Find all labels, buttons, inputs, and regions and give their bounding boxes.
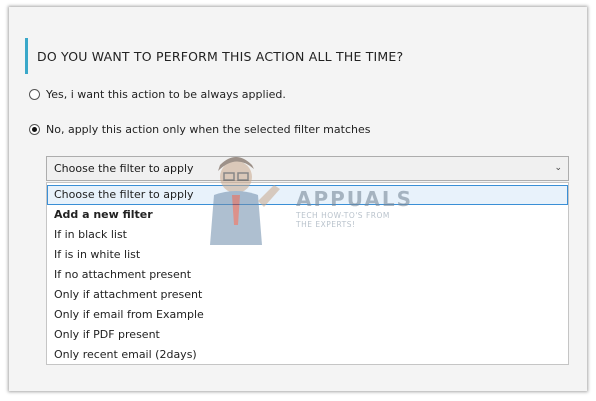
- watermark-tagline-1: TECH HOW-TO'S FROM: [296, 211, 390, 220]
- watermark-tagline-2: THE EXPERTS!: [296, 220, 356, 229]
- dropdown-option-email-from[interactable]: Only if email from Example: [47, 305, 568, 325]
- dropdown-option-pdf[interactable]: Only if PDF present: [47, 325, 568, 345]
- watermark-brand: APPUALS: [296, 187, 414, 211]
- radio-filter-matches[interactable]: No, apply this action only when the sele…: [29, 123, 370, 136]
- radio-label-filter: No, apply this action only when the sele…: [46, 123, 371, 136]
- radio-always-applied[interactable]: Yes, i want this action to be always app…: [29, 88, 286, 101]
- section-header: DO YOU WANT TO PERFORM THIS ACTION ALL T…: [25, 38, 403, 74]
- dropdown-option-no-attachment[interactable]: If no attachment present: [47, 265, 568, 285]
- dropdown-option-recent[interactable]: Only recent email (2days): [47, 345, 568, 365]
- page-title: DO YOU WANT TO PERFORM THIS ACTION ALL T…: [37, 48, 404, 64]
- radio-label-always: Yes, i want this action to be always app…: [46, 88, 286, 101]
- dropdown-option-attachment[interactable]: Only if attachment present: [47, 285, 568, 305]
- filter-select-value: Choose the filter to apply: [54, 162, 194, 175]
- dropdown-option-white-list[interactable]: If is in white list: [47, 245, 568, 265]
- watermark-text: APPUALS TECH HOW-TO'S FROM THE EXPERTS!: [296, 187, 413, 229]
- radio-button-unchecked[interactable]: [29, 89, 40, 100]
- radio-dot: [32, 127, 37, 132]
- radio-button-checked[interactable]: [29, 124, 40, 135]
- chevron-down-icon[interactable]: ⌄: [554, 163, 562, 173]
